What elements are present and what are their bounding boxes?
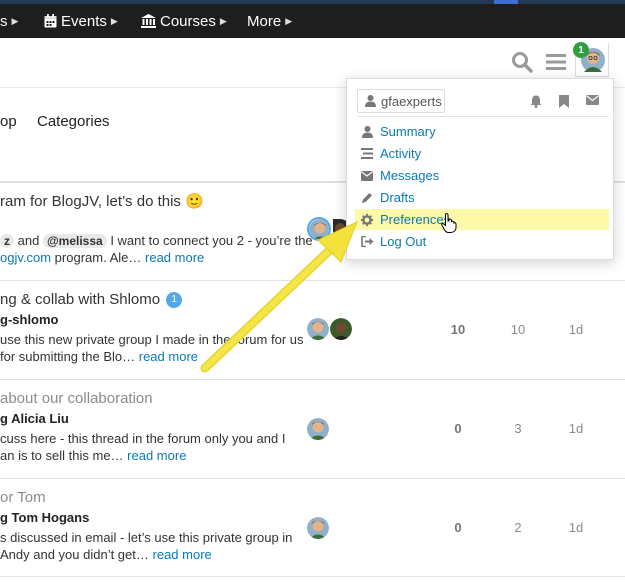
excerpt-text: I want to connect you 2 - you’re the [110,233,313,248]
menu-item-label: Messages [380,168,440,183]
bookmark-icon[interactable] [559,95,569,108]
activity-age[interactable]: 1d [561,322,591,337]
menu-item-summary[interactable]: Summary [355,121,609,142]
list-divider [0,576,625,577]
menu-item-label: Log Out [380,234,427,249]
caret-right-icon: ▶ [11,15,19,26]
topic-excerpt-line2: Andy and you didn’t get… read more [0,546,212,563]
views-count: 3 [514,421,522,436]
envelope-icon [359,170,375,181]
topic-title[interactable]: about our collaboration [0,390,153,407]
topic-excerpt-line2: an is to sell this me… read more [0,447,186,464]
replies-count: 0 [454,421,462,436]
nav-item-label: More [247,12,282,30]
topic-group-name[interactable]: g Alicia Liu [0,411,69,426]
replies-count: 0 [454,520,462,535]
topic-excerpt: z and @melissa I want to connect you 2 -… [0,232,313,250]
menu-item-activity[interactable]: Activity [355,143,609,164]
menu-item-label: Drafts [380,190,415,205]
mention-tag[interactable]: z [0,234,14,248]
search-icon[interactable] [510,50,534,74]
read-more-link[interactable]: read more [145,250,204,265]
hand-pointer-cursor-icon [441,213,457,238]
stream-icon [359,148,375,159]
calendar-icon [44,14,57,28]
topic-title[interactable]: ng & collab with Shlomo 1 [0,291,183,308]
username-tab[interactable]: gfaexperts [357,89,445,113]
menu-item-messages[interactable]: Messages [355,165,609,186]
caret-right-icon: ▶ [285,15,293,26]
nav-item-events[interactable]: Events ▶ [44,4,118,38]
views-count: 2 [514,520,522,535]
topic-excerpt: s discussed in email - let’s use this pr… [0,530,293,545]
cog-icon [359,213,375,226]
nav-item-more[interactable]: More ▶ [247,4,292,38]
user-icon [365,95,376,107]
excerpt-text: Andy and you didn’t get… [0,547,149,562]
replies-count: 10 [450,322,466,337]
list-divider [0,478,625,479]
menu-item-drafts[interactable]: Drafts [355,187,609,208]
notification-count-badge[interactable]: 1 [573,42,589,58]
menu-item-label: Summary [380,124,436,139]
topic-group-name[interactable]: g Tom Hogans [0,510,89,525]
nav-item-label: s [0,12,8,30]
topic-group-name[interactable]: g-shlomo [0,312,59,327]
bell-icon[interactable] [530,95,542,108]
menu-item-log-out[interactable]: Log Out [355,231,609,252]
pencil-icon [359,192,375,204]
read-more-link[interactable]: read more [153,547,212,562]
topic-title[interactable]: or Tom [0,489,46,506]
menu-item-label: Preferences [380,212,451,227]
university-icon [141,14,156,28]
activity-age[interactable]: 1d [561,421,591,436]
hamburger-icon[interactable] [545,51,567,73]
activity-age[interactable]: 1d [561,520,591,535]
topic-excerpt-line2: ogjv.com program. Ale… read more [0,249,204,266]
nav-item-label: Events [61,12,107,30]
topic-title[interactable]: ram for BlogJV, let’s do this 🙂 [0,192,204,210]
slightly-smiling-emoji: 🙂 [185,193,204,210]
topic-excerpt-line2: for submitting the Blo… read more [0,348,198,365]
topic-excerpt: cuss here - this thread in the forum onl… [0,431,286,446]
sign-out-icon [359,236,375,247]
envelope-icon[interactable] [586,95,599,105]
username-label: gfaexperts [381,93,442,109]
nav-item-label: Courses [160,12,216,30]
avatar[interactable] [307,217,331,241]
excerpt-text: for submitting the Blo… [0,349,136,364]
menu-item-label: Activity [380,146,422,161]
menu-item-preferences[interactable]: Preferences [355,209,609,230]
tab-categories[interactable]: Categories [37,113,110,130]
caret-right-icon: ▶ [110,15,118,26]
nav-item-courses[interactable]: Courses ▶ [141,4,227,38]
nav-item-partial[interactable]: s ▶ [0,4,18,38]
topic-title-text: ram for BlogJV, let’s do this [0,193,181,210]
avatar[interactable] [307,418,329,440]
unread-count-badge[interactable]: 1 [166,292,183,308]
user-icon [359,125,375,138]
user-menu-panel: gfaexperts Summary Activity Messages Dra… [346,78,614,260]
avatar[interactable] [307,318,329,340]
mention-join-text: and [17,233,40,248]
topic-excerpt: use this new private group I made in the… [0,332,304,347]
browser-strip-accent [494,0,518,4]
caret-right-icon: ▶ [219,15,227,26]
excerpt-text: program. Ale… [51,250,142,265]
read-more-link[interactable]: read more [127,448,186,463]
avatar[interactable] [307,517,329,539]
read-more-link[interactable]: read more [139,349,198,364]
tab-top[interactable]: op [0,113,17,130]
excerpt-text: an is to sell this me… [0,448,124,463]
avatar[interactable] [330,318,352,340]
mention-tag[interactable]: @melissa [42,234,107,248]
views-count: 10 [510,322,526,337]
topic-title-text: ng & collab with Shlomo [0,291,161,308]
list-divider [0,379,625,380]
list-divider [0,280,625,281]
excerpt-link[interactable]: ogjv.com [0,250,51,265]
menu-separator [357,116,609,117]
